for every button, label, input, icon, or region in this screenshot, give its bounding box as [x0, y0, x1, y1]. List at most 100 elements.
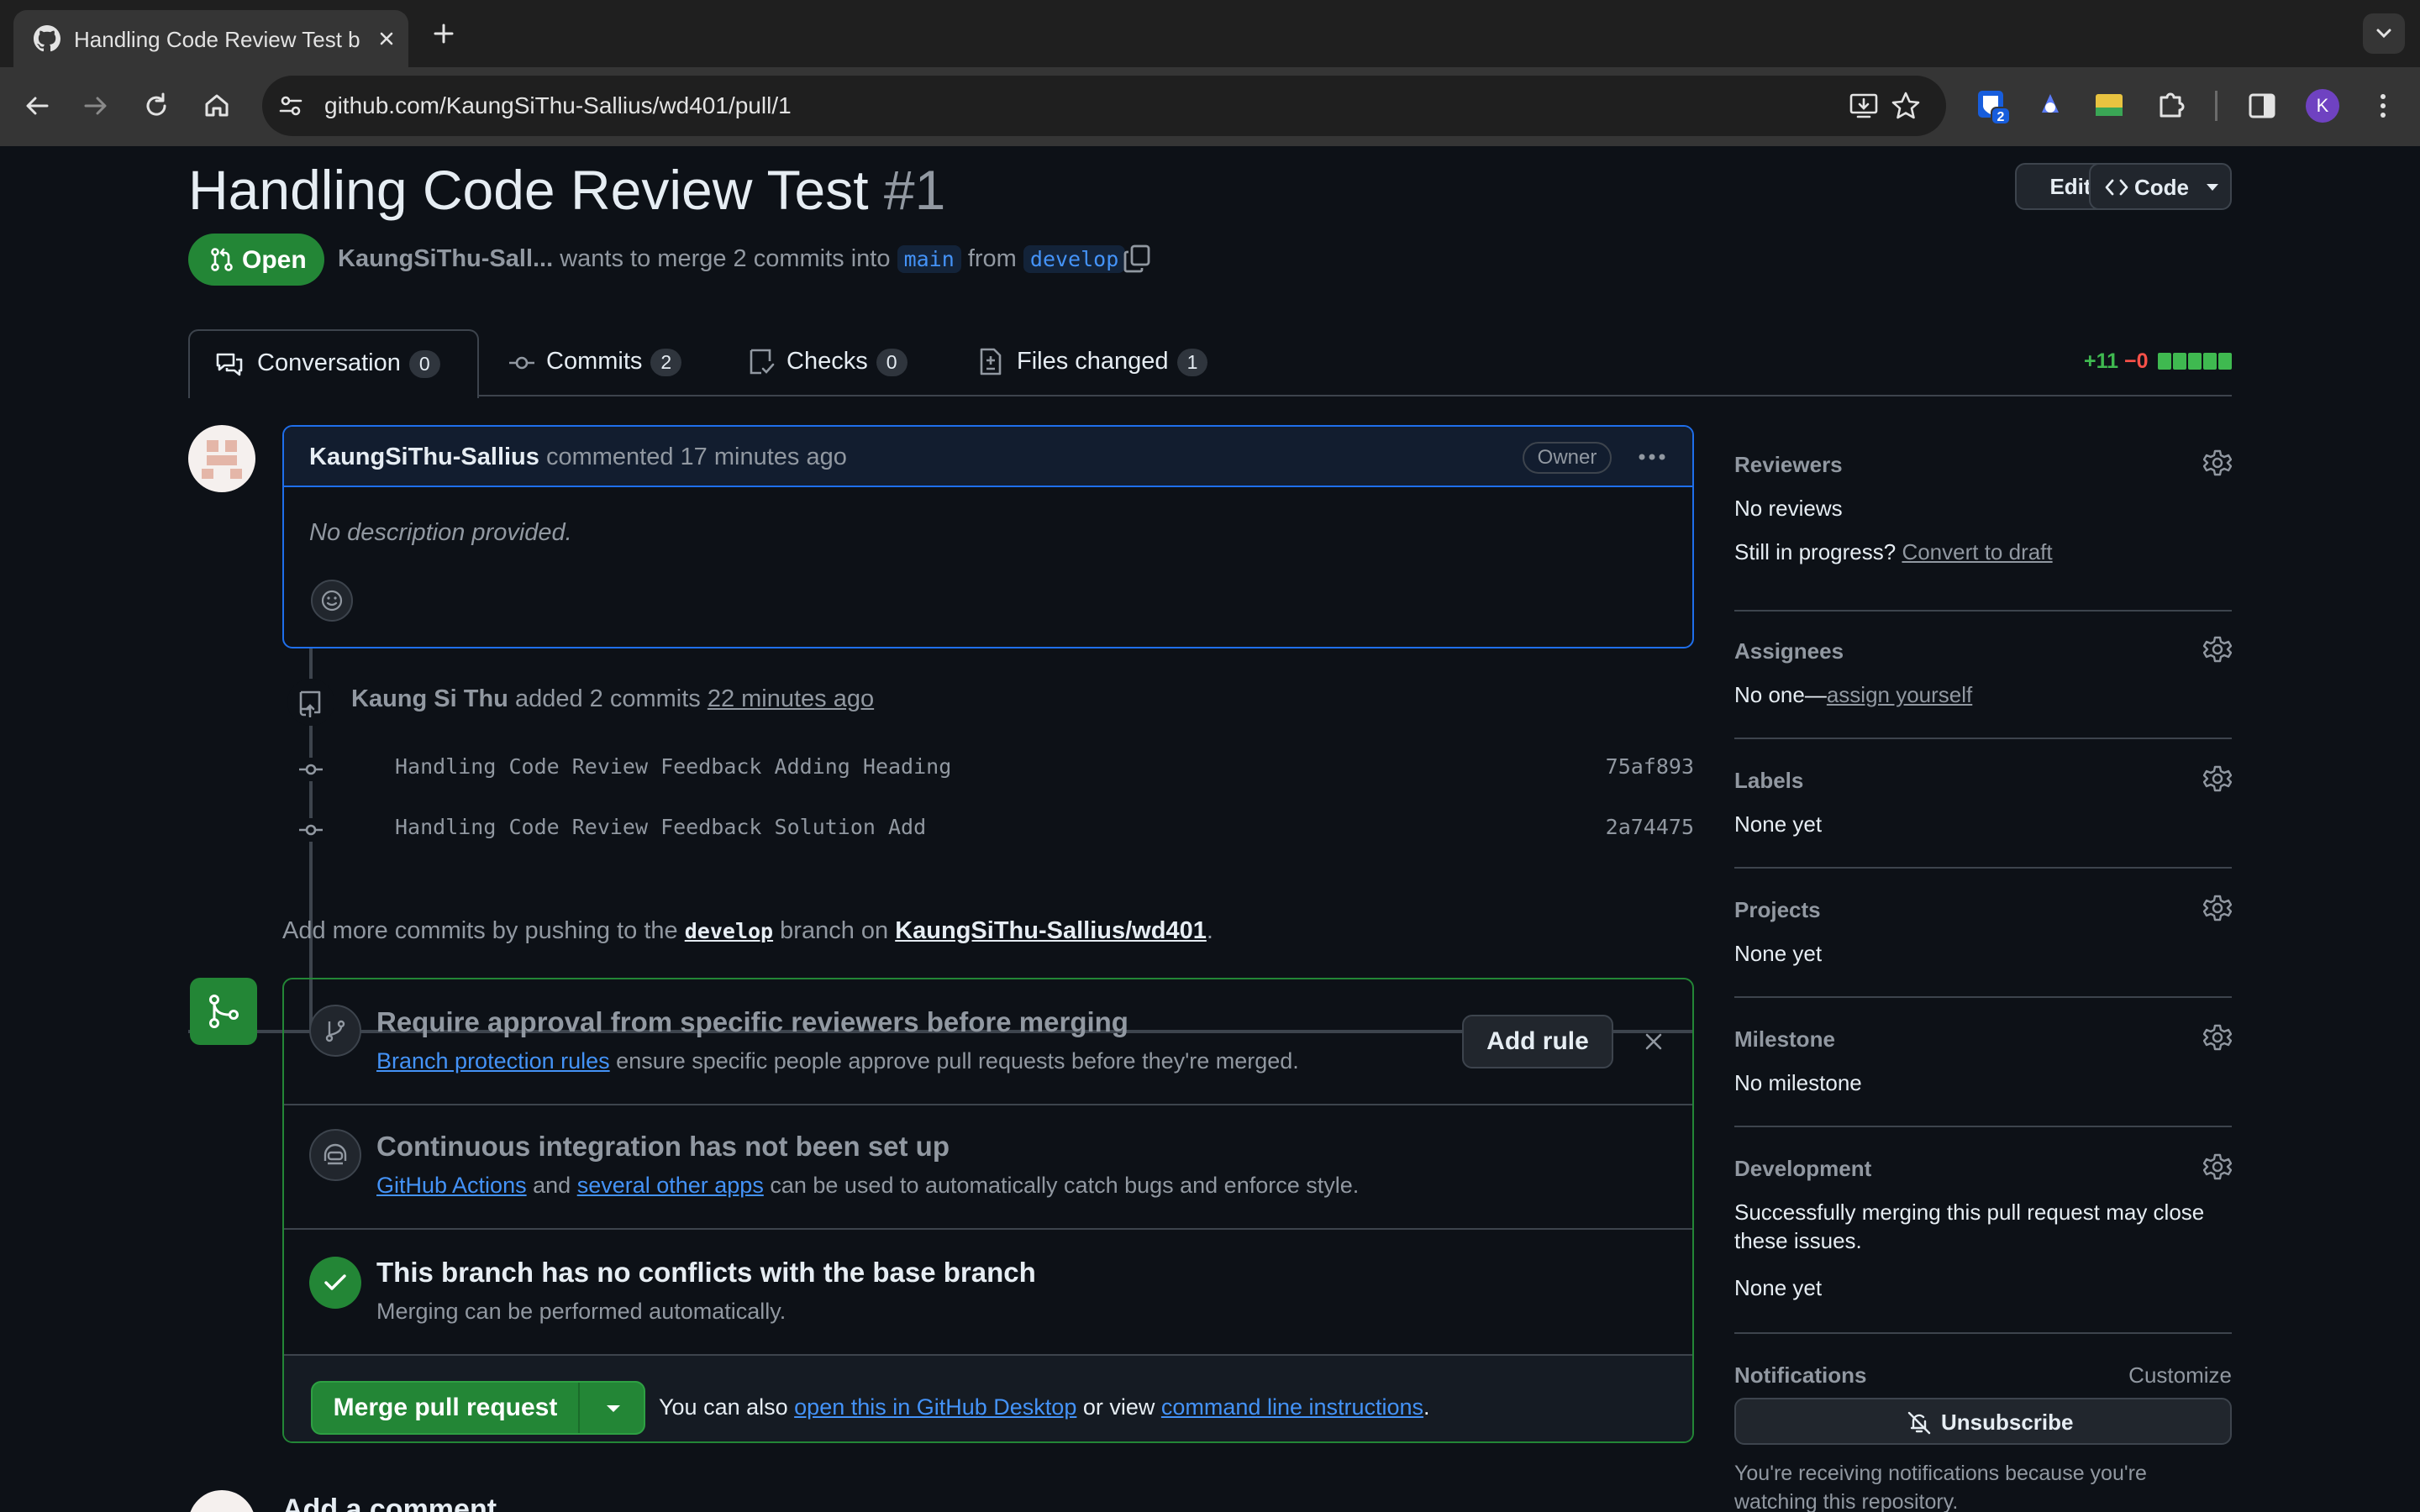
- push-hint-branch[interactable]: develop: [685, 919, 773, 943]
- development-text-1: Successfully merging this pull request m…: [1734, 1200, 2205, 1225]
- gear-icon[interactable]: [2203, 449, 2232, 477]
- git-commit-icon: [297, 818, 324, 842]
- back-arrow-icon[interactable]: [18, 87, 55, 124]
- base-branch[interactable]: main: [897, 245, 961, 273]
- branch-protection-link[interactable]: Branch protection rules: [376, 1048, 610, 1074]
- convert-to-draft-link[interactable]: Convert to draft: [1902, 539, 2052, 564]
- gear-icon[interactable]: [2203, 894, 2232, 922]
- forward-arrow-icon[interactable]: [77, 87, 114, 124]
- assignees-value: No one—assign yourself: [1734, 682, 1972, 708]
- gear-icon[interactable]: [2203, 1152, 2232, 1181]
- extension-icon[interactable]: [2030, 86, 2070, 126]
- extension-icon[interactable]: [2089, 86, 2129, 126]
- add-rule-button[interactable]: Add rule: [1462, 1015, 1613, 1068]
- extensions-puzzle-icon[interactable]: [2151, 86, 2191, 126]
- add-reaction-button[interactable]: [311, 580, 353, 622]
- github-actions-link[interactable]: GitHub Actions: [376, 1173, 527, 1198]
- kebab-menu-icon[interactable]: [2363, 86, 2403, 126]
- github-page: Handling Code Review Test #1 Edit Code O…: [0, 146, 2420, 1512]
- browser-tab[interactable]: Handling Code Review Test by KaungSiThu-…: [13, 10, 408, 67]
- ci-section: Continuous integration has not been set …: [284, 1105, 1692, 1230]
- projects-title[interactable]: Projects: [1734, 897, 1821, 923]
- merge-status-icon: [190, 978, 257, 1045]
- commit-sha[interactable]: 75af893: [1606, 754, 1694, 779]
- assign-yourself-link[interactable]: assign yourself: [1827, 682, 1972, 707]
- cli-instructions-link[interactable]: command line instructions: [1161, 1394, 1423, 1420]
- author-avatar[interactable]: [188, 425, 255, 492]
- tab-checks[interactable]: Checks 0: [748, 329, 941, 396]
- tab-search-button[interactable]: [2363, 13, 2405, 54]
- or-view-text: or view: [1082, 1394, 1155, 1420]
- commits-event-badge: [287, 679, 334, 726]
- labels-title[interactable]: Labels: [1734, 768, 1803, 794]
- checklist-icon: [750, 349, 775, 375]
- git-commit-icon: [509, 356, 534, 370]
- pr-number: #1: [883, 159, 946, 221]
- tab-count: 0: [876, 349, 908, 376]
- bookmark-star-icon[interactable]: [1889, 89, 1923, 123]
- approval-text: Branch protection rules ensure specific …: [376, 1048, 1299, 1074]
- check-icon: [324, 1274, 346, 1290]
- head-branch[interactable]: develop: [1023, 245, 1126, 273]
- new-tab-icon[interactable]: [429, 18, 459, 49]
- pr-description-comment: KaungSiThu-Sallius commented 17 minutes …: [282, 425, 1694, 648]
- commit-message[interactable]: Handling Code Review Feedback Adding Hea…: [395, 754, 951, 779]
- comment-discussion-icon: [216, 353, 243, 376]
- hubot-icon: [324, 1143, 347, 1165]
- close-icon[interactable]: [1640, 1028, 1667, 1055]
- sidebar-labels: Labels None yet: [1734, 765, 2232, 843]
- commit-sha[interactable]: 2a74475: [1606, 815, 1694, 839]
- event-actor[interactable]: Kaung Si Thu: [351, 685, 508, 712]
- page-title: Handling Code Review Test #1: [188, 158, 945, 222]
- code-button[interactable]: Code: [2089, 163, 2232, 210]
- commits-event: Kaung Si Thu added 2 commits 22 minutes …: [351, 685, 874, 713]
- unsubscribe-button[interactable]: Unsubscribe: [1734, 1398, 2232, 1445]
- side-panel-icon[interactable]: [2242, 86, 2282, 126]
- site-info-icon[interactable]: [274, 89, 308, 123]
- merge-method-dropdown[interactable]: [581, 1383, 645, 1433]
- event-time[interactable]: 22 minutes ago: [708, 685, 874, 712]
- ci-desc: can be used to automatically catch bugs …: [770, 1173, 1360, 1198]
- milestone-value: No milestone: [1734, 1070, 1862, 1095]
- gear-icon[interactable]: [2203, 1023, 2232, 1052]
- tab-commits[interactable]: Commits 2: [508, 329, 734, 396]
- sidebar-divider: [1734, 1332, 2232, 1334]
- sidebar-divider: [1734, 867, 2232, 869]
- diffstat: +11 −0: [2084, 349, 2149, 374]
- sidebar-divider: [1734, 738, 2232, 739]
- tab-count: 1: [1176, 349, 1208, 376]
- commit-message[interactable]: Handling Code Review Feedback Solution A…: [395, 815, 926, 839]
- reviewers-title[interactable]: Reviewers: [1734, 452, 1843, 478]
- milestone-title[interactable]: Milestone: [1734, 1026, 1835, 1053]
- assignees-title[interactable]: Assignees: [1734, 638, 1844, 664]
- comment-author[interactable]: KaungSiThu-Sallius: [309, 444, 539, 470]
- tab-conversation[interactable]: Conversation 0: [188, 329, 479, 398]
- lines-added: +11: [2084, 349, 2119, 373]
- push-hint-repo[interactable]: KaungSiThu-Sallius/wd401: [895, 917, 1207, 944]
- customize-link[interactable]: Customize: [2128, 1362, 2232, 1389]
- other-apps-link[interactable]: several other apps: [577, 1173, 764, 1198]
- approval-title: Require approval from specific reviewers…: [376, 1006, 1128, 1037]
- development-text-2: these issues.: [1734, 1228, 1862, 1253]
- author-link[interactable]: KaungSiThu-Sall...: [338, 245, 553, 272]
- reload-icon[interactable]: [138, 87, 175, 124]
- github-desktop-link[interactable]: open this in GitHub Desktop: [794, 1394, 1076, 1420]
- development-title[interactable]: Development: [1734, 1156, 1871, 1182]
- close-tab-icon[interactable]: [373, 25, 400, 52]
- install-app-icon[interactable]: [1847, 89, 1881, 123]
- github-logo-icon: [34, 25, 60, 52]
- gear-icon[interactable]: [2203, 764, 2232, 793]
- sidebar-notifications: Notifications Customize Unsubscribe You'…: [1734, 1362, 2232, 1512]
- bell-slash-icon: [1907, 1411, 1931, 1435]
- kebab-horizontal-icon[interactable]: [1635, 442, 1669, 472]
- profile-avatar[interactable]: K: [2306, 89, 2339, 123]
- bitwarden-extension-icon[interactable]: 2: [1971, 86, 2012, 126]
- merge-pull-request-button[interactable]: Merge pull request: [313, 1383, 580, 1433]
- gear-icon[interactable]: [2203, 635, 2232, 664]
- tab-files-changed[interactable]: Files changed 1: [978, 329, 1247, 396]
- home-icon[interactable]: [198, 87, 235, 124]
- copy-icon[interactable]: [1123, 244, 1151, 274]
- comment-time[interactable]: 17 minutes ago: [681, 444, 847, 470]
- address-bar[interactable]: github.com/KaungSiThu-Sallius/wd401/pull…: [262, 76, 1946, 136]
- state-label: Open: [242, 246, 307, 274]
